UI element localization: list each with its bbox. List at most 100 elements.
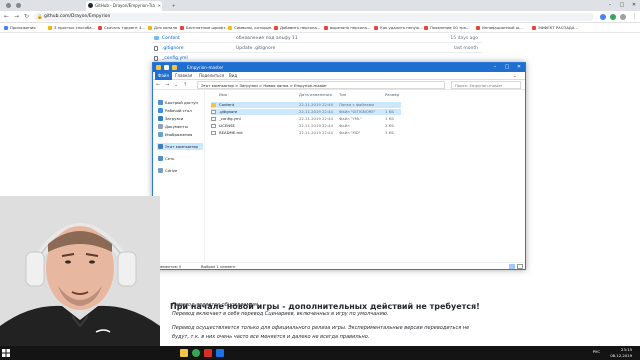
new-tab-button[interactable]: + (163, 1, 176, 11)
file-row[interactable]: Content обновление под альфу 11 15 days … (152, 34, 482, 43)
streamer-image (0, 196, 160, 350)
language-indicator[interactable]: РУС (586, 349, 600, 355)
windows-start-icon[interactable] (2, 349, 10, 357)
column-name[interactable]: Имя (219, 91, 227, 99)
back-button[interactable]: ← (156, 81, 160, 89)
drive-icon (158, 168, 163, 173)
forward-button[interactable]: → (12, 12, 21, 22)
document-icon (158, 124, 163, 129)
browser-tab-bar: GitHub - Drayon/Empyrion-Tra ✕ + – □ ✕ (0, 0, 640, 11)
clock-date: 08.12.2019 (610, 353, 632, 358)
browser-toolbar: ← → ↻ 🔒 github.com/Drayon/Empyrion ⋮ (0, 11, 640, 23)
forward-button[interactable]: → (165, 81, 169, 89)
webcam-overlay (0, 196, 160, 350)
tab-github-label: GitHub - Drayon/Empyrion-Tra (95, 3, 155, 8)
menu-icon[interactable]: ⋮ (630, 12, 639, 22)
column-date[interactable]: Дата изменения (299, 91, 332, 99)
readme-line: Перевод включает в себя перевод Сценарие… (172, 311, 389, 317)
file-row[interactable]: _config.yml 22.11.2019 22:44 Файл "YML" … (211, 116, 401, 122)
file-row[interactable]: Content 22.11.2019 22:44 Папка с файлами (211, 102, 401, 108)
minimize-button[interactable]: – (604, 0, 616, 11)
recent-dropdown-icon[interactable]: ⌄ (174, 81, 178, 89)
ribbon-expand-icon[interactable]: ⌄ (513, 72, 516, 80)
desktop-icon (158, 108, 163, 113)
explorer-address-row: ← → ⌄ ↑ Этот компьютер > Загрузки > Нова… (153, 80, 525, 90)
nav-item-pictures[interactable]: Изображения (157, 131, 192, 138)
nav-item-documents[interactable]: Документы (157, 123, 188, 130)
taskbar: РУС 23:15 08.12.2019 (0, 346, 640, 360)
explorer-titlebar[interactable]: Empyrion-master – □ ✕ (153, 63, 525, 72)
bookmark-item[interactable]: Добавить персона... (274, 24, 320, 32)
minimize-button[interactable]: – (489, 63, 501, 72)
bookmark-item[interactable]: 3 простых способа... (48, 24, 95, 32)
maximize-button[interactable]: □ (616, 0, 628, 11)
picture-icon (158, 132, 163, 137)
clock[interactable]: 23:15 08.12.2019 (600, 347, 632, 359)
bookmark-item[interactable]: Для канала (148, 24, 177, 32)
lock-icon: 🔒 (37, 15, 43, 20)
ribbon-tab-view[interactable]: Вид (229, 72, 237, 80)
bookmark-item[interactable]: Появление 00 тра... (424, 24, 470, 32)
reload-button[interactable]: ↻ (22, 12, 31, 22)
search-input[interactable]: Поиск: Empyrion-master (451, 81, 521, 89)
back-button[interactable]: ← (2, 12, 11, 22)
bookmark-item[interactable]: Символы, которые... (228, 24, 275, 32)
nav-item-this-pc[interactable]: Этот компьютер (157, 143, 203, 150)
file-icon (154, 56, 158, 61)
chrome-taskbar-icon[interactable] (192, 349, 200, 357)
ribbon-tab-file[interactable]: Файл (155, 72, 173, 80)
app-taskbar-icon[interactable] (204, 349, 212, 357)
file-row[interactable]: LICENSE 22.11.2019 22:44 Файл 2 КБ (211, 123, 401, 129)
bookmark-item[interactable]: Скачать торрент 4... (98, 24, 145, 32)
new-folder-icon[interactable] (172, 65, 177, 70)
bookmark-item[interactable]: Инновационный ш... (476, 24, 523, 32)
star-icon (158, 100, 163, 105)
ribbon-tab-share[interactable]: Поделиться (199, 72, 224, 80)
explorer-taskbar-icon[interactable] (180, 349, 188, 357)
quick-access-icon[interactable] (164, 65, 169, 70)
url-bar[interactable]: 🔒 github.com/Drayon/Empyrion (34, 13, 594, 21)
tab-icon-2[interactable] (14, 1, 27, 11)
nav-item-cdrive[interactable]: Cdrive (157, 167, 177, 174)
tiles-view-icon[interactable] (517, 264, 523, 269)
screen: GitHub - Drayon/Empyrion-Tra ✕ + – □ ✕ ←… (0, 0, 640, 360)
extension-icon[interactable] (610, 14, 616, 20)
file-icon (211, 131, 216, 135)
up-button[interactable]: ↑ (183, 81, 187, 89)
tab-github[interactable]: GitHub - Drayon/Empyrion-Tra ✕ (86, 1, 162, 11)
close-window-button[interactable]: ✕ (628, 0, 640, 11)
column-size[interactable]: Размер (385, 91, 399, 99)
computer-icon (158, 144, 163, 149)
bookmark-item[interactable]: ЭФФЕКТ РАСПАДА... (532, 24, 578, 32)
nav-item-network[interactable]: Сеть (157, 155, 174, 162)
nav-item-quick-access[interactable]: Быстрый доступ (157, 99, 198, 106)
readme-line: Перевод осуществляется только для официа… (172, 325, 470, 331)
file-row[interactable]: README.md 22.11.2019 22:44 Файл "MD" 3 К… (211, 130, 401, 136)
file-row[interactable]: .gitignore 22.11.2019 22:44 Файл "GITIGN… (211, 109, 401, 115)
app-taskbar-icon[interactable] (216, 349, 224, 357)
close-tab-icon[interactable]: ✕ (158, 1, 161, 11)
readme-line: Перевод является обновляемым. (172, 302, 260, 308)
file-icon (211, 124, 216, 128)
close-button[interactable]: ✕ (513, 63, 525, 72)
maximize-button[interactable]: □ (501, 63, 513, 72)
bookmark-item[interactable]: Как удалить ненуж... (374, 24, 423, 32)
extension-icon[interactable] (600, 14, 606, 20)
bookmark-item[interactable]: вырезано персона... (324, 24, 370, 32)
details-view-icon[interactable] (509, 264, 515, 269)
file-explorer-window: Empyrion-master – □ ✕ Файл Главная Подел… (152, 62, 526, 270)
file-icon (211, 117, 216, 121)
column-type[interactable]: Тип (339, 91, 346, 99)
explorer-title: Empyrion-master (187, 65, 224, 70)
nav-item-downloads[interactable]: Загрузки (157, 115, 183, 122)
nav-item-desktop[interactable]: Рабочий стол (157, 107, 192, 114)
profile-avatar[interactable] (620, 14, 626, 20)
readme-line: будут, т.к. в них очень часто все меняет… (172, 334, 370, 340)
ribbon-tab-home[interactable]: Главная (175, 72, 192, 80)
bookmark-item[interactable]: Бесплатные шрифт... (180, 24, 229, 32)
breadcrumb[interactable]: Этот компьютер > Загрузки > Новая папка … (197, 81, 445, 89)
explorer-ribbon: Файл Главная Поделиться Вид ⌄ (153, 72, 525, 80)
folder-icon (156, 65, 161, 70)
file-row[interactable]: .gitignore Update .gitignore last month (152, 44, 482, 53)
bookmark-item[interactable]: Приложения (4, 24, 35, 32)
